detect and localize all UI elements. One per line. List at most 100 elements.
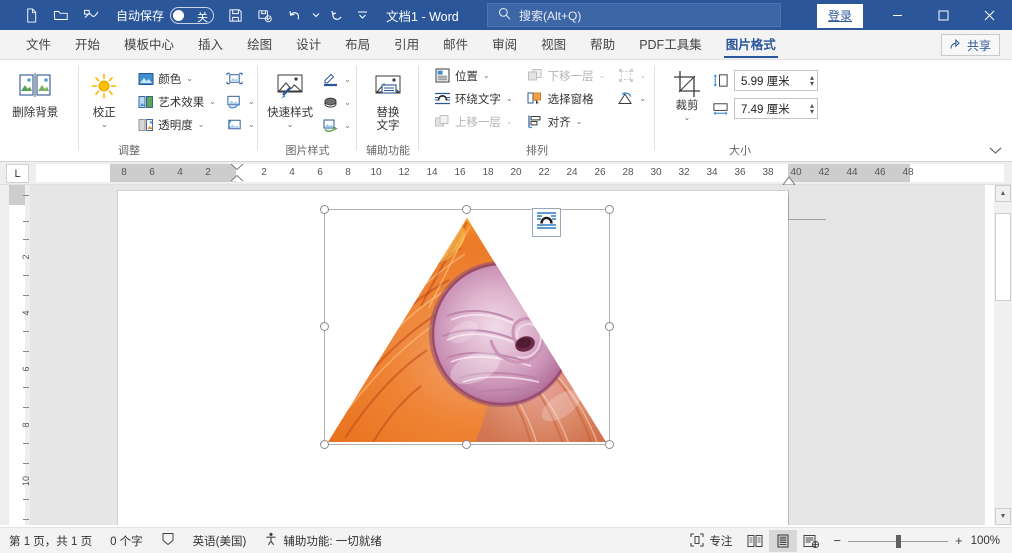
autosave-toggle[interactable]: 关	[170, 6, 215, 24]
read-mode-button[interactable]	[741, 530, 769, 552]
resize-handle-bottom-center[interactable]	[462, 440, 471, 449]
shape-height-input[interactable]: 5.99 厘米 ▴ ▾	[734, 70, 818, 91]
zoom-out-button[interactable]: −	[833, 534, 841, 547]
chevron-down-icon[interactable]: ⌄	[209, 97, 216, 106]
compress-pictures-button[interactable]	[223, 67, 258, 90]
undo-icon[interactable]	[280, 3, 310, 27]
tab-layout[interactable]: 布局	[333, 30, 382, 60]
chevron-down-icon[interactable]: ⌄	[684, 114, 691, 122]
resize-handle-bottom-right[interactable]	[605, 440, 614, 449]
page-indicator[interactable]: 第 1 页，共 1 页	[0, 528, 101, 553]
web-layout-button[interactable]	[797, 530, 825, 552]
chevron-down-icon[interactable]: ⌄	[344, 121, 351, 130]
customize-qat-icon[interactable]	[352, 3, 372, 27]
new-document-icon[interactable]	[16, 3, 46, 27]
selection-pane-button[interactable]: 选择窗格	[524, 87, 609, 110]
change-picture-button[interactable]: ⌄	[223, 90, 258, 113]
collapse-ribbon-button[interactable]	[989, 146, 1002, 158]
picture-border-button[interactable]: ⌄	[319, 68, 354, 91]
tab-insert[interactable]: 插入	[186, 30, 235, 60]
tab-mailings[interactable]: 邮件	[431, 30, 480, 60]
corrections-button[interactable]: 校正 ⌄	[80, 65, 128, 129]
shape-width-input[interactable]: 7.49 厘米 ▴ ▾	[734, 98, 818, 119]
chevron-down-icon[interactable]: ⌄	[186, 74, 193, 83]
print-layout-button[interactable]	[769, 530, 798, 552]
crop-button[interactable]: 裁剪 ⌄	[662, 66, 712, 122]
picture-layout-button[interactable]: ⌄	[319, 114, 354, 137]
tab-help[interactable]: 帮助	[578, 30, 627, 60]
language-indicator[interactable]: 英语(美国)	[184, 528, 256, 553]
shape-height-stepper[interactable]: ▴ ▾	[810, 73, 814, 87]
resize-handle-top-right[interactable]	[605, 205, 614, 214]
zoom-thumb[interactable]	[895, 534, 901, 548]
zoom-level[interactable]: 100%	[971, 535, 1012, 547]
chevron-down-icon[interactable]: ⌄	[483, 71, 490, 80]
scroll-up-button[interactable]: ▲	[995, 185, 1011, 202]
accessibility-status[interactable]: 辅助功能: 一切就绪	[255, 528, 390, 553]
document-page[interactable]	[117, 190, 826, 525]
signin-button[interactable]: 登录	[817, 4, 864, 28]
tab-home[interactable]: 开始	[63, 30, 112, 60]
chevron-down-icon[interactable]: ⌄	[248, 97, 255, 106]
resize-handle-bottom-left[interactable]	[320, 440, 329, 449]
redo-icon[interactable]	[322, 3, 352, 27]
tab-draw[interactable]: 绘图	[235, 30, 284, 60]
remove-background-button[interactable]: 删除背景	[0, 65, 70, 120]
shape-width-stepper[interactable]: ▴ ▾	[810, 101, 814, 115]
tab-stop-selector[interactable]: L	[6, 164, 29, 183]
zoom-in-button[interactable]: +	[955, 534, 963, 547]
artistic-effects-button[interactable]: 艺术效果 ⌄	[134, 90, 219, 113]
scroll-down-button[interactable]: ▼	[995, 508, 1011, 525]
wrap-text-button[interactable]: 环绕文字 ⌄	[431, 87, 516, 110]
save-as-icon[interactable]	[250, 3, 280, 27]
resize-handle-middle-left[interactable]	[320, 322, 329, 331]
document-canvas[interactable]	[30, 185, 985, 525]
search-box[interactable]: 搜索(Alt+Q)	[487, 3, 781, 27]
horizontal-ruler-track[interactable]: 8 6 4 2 2 4 6 8 10 12 14 16 18 20 22 24 …	[36, 163, 1004, 186]
folder-open-icon[interactable]	[46, 3, 76, 27]
tab-template-center[interactable]: 模板中心	[112, 30, 186, 60]
align-button[interactable]: 对齐 ⌄	[524, 110, 609, 133]
close-button[interactable]	[966, 0, 1012, 30]
tab-file[interactable]: 文件	[14, 30, 63, 60]
focus-mode-button[interactable]: 专注	[681, 528, 741, 553]
vertical-ruler-track[interactable]: 2 4 6 8 10 12 14	[9, 185, 31, 542]
zoom-track[interactable]	[847, 534, 948, 548]
chevron-down-icon[interactable]: ⌄	[101, 121, 108, 129]
tab-view[interactable]: 视图	[529, 30, 578, 60]
tab-pdf-tools[interactable]: PDF工具集	[627, 30, 714, 60]
resize-handle-top-center[interactable]	[462, 205, 471, 214]
maximize-button[interactable]	[920, 0, 966, 30]
word-count[interactable]: 0 个字	[101, 528, 152, 553]
chevron-down-icon[interactable]: ⌄	[198, 120, 205, 129]
save-icon[interactable]	[220, 3, 250, 27]
tab-design[interactable]: 设计	[284, 30, 333, 60]
chevron-down-icon[interactable]: ⌄	[506, 94, 513, 103]
proofing-status[interactable]	[152, 528, 184, 553]
chevron-down-icon[interactable]: ⌄	[344, 98, 351, 107]
transparency-button[interactable]: 透明度 ⌄	[134, 113, 219, 136]
share-button[interactable]: 共享	[940, 34, 1000, 56]
layout-options-button[interactable]	[532, 208, 561, 237]
resize-handle-top-left[interactable]	[320, 205, 329, 214]
alt-text-button[interactable]: 替换 文字	[359, 65, 417, 133]
chevron-down-icon[interactable]: ⌄	[639, 94, 646, 103]
picture-effects-button[interactable]: ⌄	[319, 91, 354, 114]
horizontal-ruler[interactable]: L 8 6 4 2 2 4 6 8 10 12 14 16 18 20 22 2…	[0, 162, 1012, 186]
tab-picture-format[interactable]: 图片格式	[714, 30, 788, 60]
zoom-slider[interactable]: − +	[825, 534, 970, 548]
vertical-ruler[interactable]: 2 4 6 8 10 12 14	[0, 185, 31, 542]
chevron-down-icon[interactable]: ⌄	[287, 121, 294, 129]
chevron-down-icon[interactable]: ⌄	[576, 117, 583, 126]
color-button[interactable]: 颜色 ⌄	[134, 67, 219, 90]
tab-review[interactable]: 审阅	[480, 30, 529, 60]
touch-pen-icon[interactable]	[76, 3, 106, 27]
position-button[interactable]: 位置 ⌄	[431, 64, 516, 87]
chevron-down-icon[interactable]: ⌄	[248, 120, 255, 129]
rotate-objects-button[interactable]: ⌄	[614, 87, 649, 110]
undo-dropdown-icon[interactable]	[310, 3, 322, 27]
chevron-down-icon[interactable]: ⌄	[344, 75, 351, 84]
vertical-scrollbar[interactable]: ▲ ▼	[994, 185, 1012, 525]
quick-styles-button[interactable]: 快速样式 ⌄	[261, 65, 319, 129]
reset-picture-button[interactable]: ⌄	[223, 113, 258, 136]
